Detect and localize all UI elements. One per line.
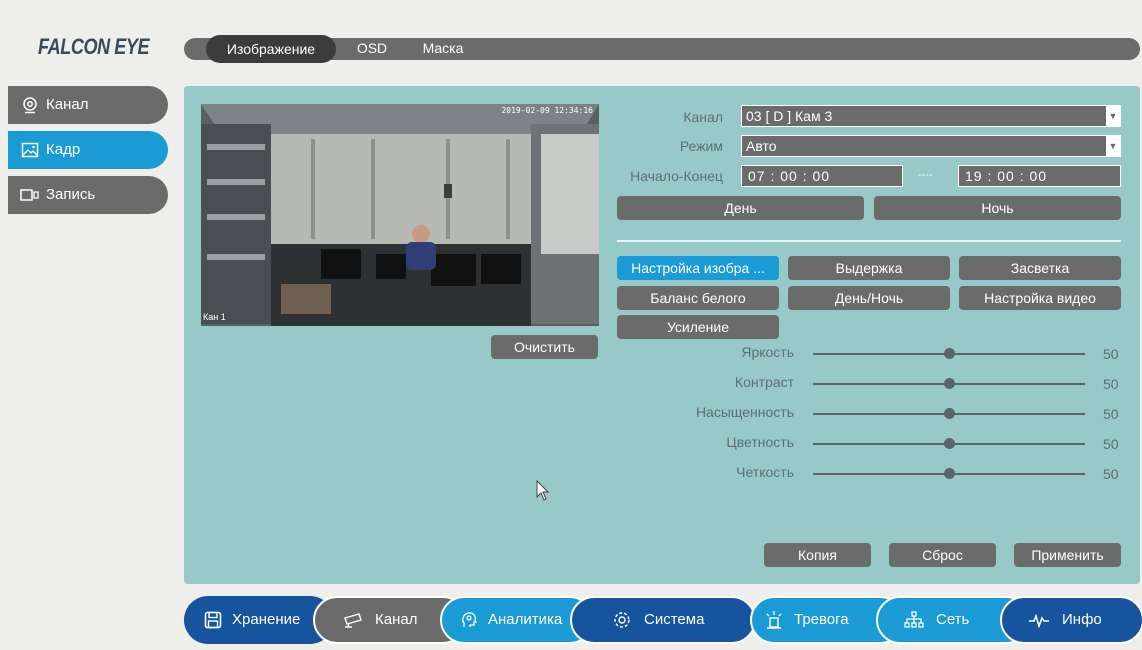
camera-preview: 2019-02-09 12:34:16 Кан 1 [201, 104, 599, 326]
analytics-head-icon [460, 598, 478, 642]
start-time-field[interactable]: 07 : 00 : 00 [741, 165, 903, 187]
slider-label: Насыщенность [695, 404, 794, 420]
preview-timestamp: 2019-02-09 12:34:16 [501, 106, 593, 115]
channel-select[interactable]: 03 [ D ] Кам 3 ▼ [741, 105, 1121, 127]
slider-label: Контраст [734, 374, 794, 390]
white-balance-button[interactable]: Баланс белого [617, 286, 779, 310]
tab-image[interactable]: Изображение [206, 35, 336, 63]
network-icon [904, 598, 924, 642]
tab-osd[interactable]: OSD [346, 38, 398, 60]
sidebar-item-frame[interactable]: Кадр [8, 131, 168, 169]
gain-button[interactable]: Усиление [617, 315, 779, 339]
sidebar-item-label: Кадр [46, 141, 81, 158]
video-settings-button[interactable]: Настройка видео [959, 286, 1121, 310]
camera-icon [343, 598, 365, 642]
nav-label: Инфо [1062, 611, 1102, 628]
nav-label: Тревога [794, 611, 849, 628]
save-icon [204, 596, 222, 644]
end-time-field[interactable]: 19 : 00 : 00 [958, 165, 1121, 187]
day-night-button[interactable]: День/Ночь [788, 286, 950, 310]
nav-label: Хранение [232, 611, 301, 628]
start-end-label: Начало-Конец [630, 168, 723, 184]
mode-select[interactable]: Авто ▼ [741, 135, 1121, 157]
nav-label: Система [644, 611, 705, 628]
clear-button[interactable]: Очистить [491, 335, 598, 359]
sidebar-item-record[interactable]: Запись [8, 176, 168, 214]
slider-handle[interactable] [943, 348, 955, 359]
night-button[interactable]: Ночь [874, 196, 1121, 220]
slider-value: 50 [1103, 376, 1119, 392]
record-camera-icon [20, 176, 40, 214]
slider-label: Цветность [726, 434, 794, 450]
mouse-cursor-icon [536, 480, 550, 501]
nav-storage[interactable]: Хранение [184, 596, 334, 644]
slider-handle[interactable] [943, 408, 955, 419]
nav-label: Сеть [936, 611, 970, 628]
mode-select-value: Авто [746, 138, 777, 154]
slider-label: Яркость [741, 344, 794, 360]
slider-value: 50 [1103, 346, 1119, 362]
sidebar-item-channel[interactable]: Канал [8, 86, 168, 124]
slider-handle[interactable] [943, 438, 955, 449]
tab-mask[interactable]: Маска [412, 38, 474, 60]
chevron-down-icon: ▼ [1106, 106, 1120, 126]
slider-value: 50 [1103, 436, 1119, 452]
nav-info[interactable]: Инфо [1000, 596, 1142, 644]
range-separator: ---- [918, 169, 933, 181]
preview-camera-label: Кан 1 [203, 312, 226, 322]
brand-logo: FALCON EYE [38, 34, 150, 59]
divider [617, 240, 1121, 242]
pulse-icon [1028, 598, 1050, 642]
slider-handle[interactable] [943, 378, 955, 389]
channel-select-value: 03 [ D ] Кам 3 [746, 108, 833, 124]
nav-label: Аналитика [488, 611, 563, 628]
nav-label: Канал [375, 611, 418, 628]
mode-label: Режим [679, 138, 723, 154]
slider-value: 50 [1103, 406, 1119, 422]
apply-button[interactable]: Применить [1014, 543, 1121, 567]
image-settings-button[interactable]: Настройка изобра ... [617, 256, 779, 280]
slider-handle[interactable] [943, 468, 955, 479]
reset-button[interactable]: Сброс [889, 543, 996, 567]
office-scene-image [201, 104, 599, 326]
day-button[interactable]: День [617, 196, 864, 220]
sidebar-item-label: Запись [46, 186, 96, 203]
exposure-button[interactable]: Выдержка [788, 256, 950, 280]
slider-value: 50 [1103, 466, 1119, 482]
webcam-icon [20, 86, 40, 124]
sidebar-item-label: Канал [46, 96, 89, 113]
alarm-icon [764, 598, 784, 642]
slider-label: Четкость [736, 464, 794, 480]
copy-button[interactable]: Копия [764, 543, 871, 567]
gear-icon [612, 598, 632, 642]
channel-label: Канал [683, 109, 723, 125]
backlight-button[interactable]: Засветка [959, 256, 1121, 280]
nav-system[interactable]: Система [570, 596, 756, 644]
chevron-down-icon: ▼ [1106, 136, 1120, 156]
image-icon [20, 131, 40, 169]
